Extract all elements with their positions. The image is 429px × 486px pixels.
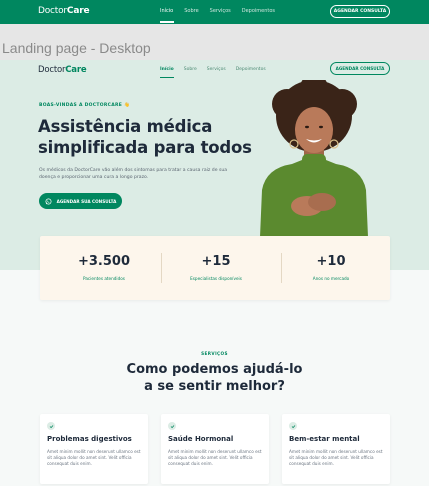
service-card-hormonal[interactable]: Saúde Hormonal Amet minim mollit non des… <box>161 414 269 484</box>
service-card-title: Saúde Hormonal <box>168 435 234 443</box>
nav-link-servicos[interactable]: Serviços <box>210 8 231 14</box>
hero-schedule-button[interactable]: AGENDAR SUA CONSULTA <box>39 193 122 209</box>
nav-links: Início Sobre Serviços Depoimentos <box>160 8 275 14</box>
service-card-digestive[interactable]: Problemas digestivos Amet minim mollit n… <box>40 414 148 484</box>
stat-label: Especialistas disponíveis <box>190 276 242 281</box>
stat-patients: +3.500 Pacientes atendidos <box>44 236 164 300</box>
stat-label: Anos no mercado <box>312 276 350 281</box>
nav-link-depoimentos[interactable]: Depoimentos <box>242 8 275 14</box>
landing-nav-link-sobre[interactable]: Sobre <box>184 67 197 72</box>
nav-link-inicio[interactable]: Início <box>160 8 173 14</box>
hero-eyebrow: BOAS-VINDAS A DOCTORCARE 👋 <box>39 103 130 108</box>
services-eyebrow: SERVIÇOS <box>201 351 228 356</box>
stat-number: +15 <box>201 254 231 269</box>
schedule-appointment-button[interactable]: AGENDAR CONSULTA <box>330 5 390 18</box>
frame-label-bar: Landing page - Desktop <box>0 24 429 60</box>
service-card-title: Problemas digestivos <box>47 435 132 443</box>
service-card-body: Amet minim mollit non deserunt ullamco e… <box>47 449 141 466</box>
frame-label: Landing page - Desktop <box>2 40 151 56</box>
logo[interactable]: DoctorCare <box>38 6 90 16</box>
service-card-mental[interactable]: Bem-estar mental Amet minim mollit non d… <box>282 414 390 484</box>
service-card-title: Bem-estar mental <box>289 435 360 443</box>
landing-nav-link-servicos[interactable]: Serviços <box>207 67 226 72</box>
waving-hand-icon: 👋 <box>124 103 130 108</box>
landing-nav-link-depoimentos[interactable]: Depoimentos <box>236 67 266 72</box>
hero-lead: Os médicos da DoctorCare vão além dos si… <box>39 168 228 180</box>
landing-page-frame: DoctorCare Início Sobre Serviços Depoime… <box>0 60 429 486</box>
whatsapp-icon <box>45 198 52 204</box>
stat-number: +3.500 <box>77 254 130 269</box>
hero-title: Assistência médica simplificada para todo… <box>38 117 252 157</box>
top-navigation: DoctorCare Início Sobre Serviços Depoime… <box>0 0 429 24</box>
nav-link-sobre[interactable]: Sobre <box>184 8 198 14</box>
services-title: Como podemos ajudá-lo a se sentir melhor? <box>126 362 303 394</box>
landing-logo[interactable]: DoctorCare <box>38 65 87 75</box>
stat-number: +10 <box>316 254 346 269</box>
service-card-body: Amet minim mollit non deserunt ullamco e… <box>168 449 262 466</box>
active-nav-indicator <box>160 21 174 23</box>
landing-nav-link-inicio[interactable]: Início <box>160 67 174 72</box>
doctor-portrait-image <box>260 80 368 237</box>
check-icon <box>289 422 297 430</box>
stat-label: Pacientes atendidos <box>83 276 125 281</box>
stats-card: +3.500 Pacientes atendidos +15 Especiali… <box>40 236 390 300</box>
landing-schedule-button[interactable]: AGENDAR CONSULTA <box>330 62 390 75</box>
landing-active-nav-indicator <box>160 77 174 78</box>
check-icon <box>47 422 55 430</box>
stat-specialists: +15 Especialistas disponíveis <box>156 236 276 300</box>
check-icon <box>168 422 176 430</box>
service-card-body: Amet minim mollit non deserunt ullamco e… <box>289 449 383 466</box>
stat-years: +10 Anos no mercado <box>271 236 391 300</box>
landing-nav-links: Início Sobre Serviços Depoimentos <box>160 67 266 72</box>
